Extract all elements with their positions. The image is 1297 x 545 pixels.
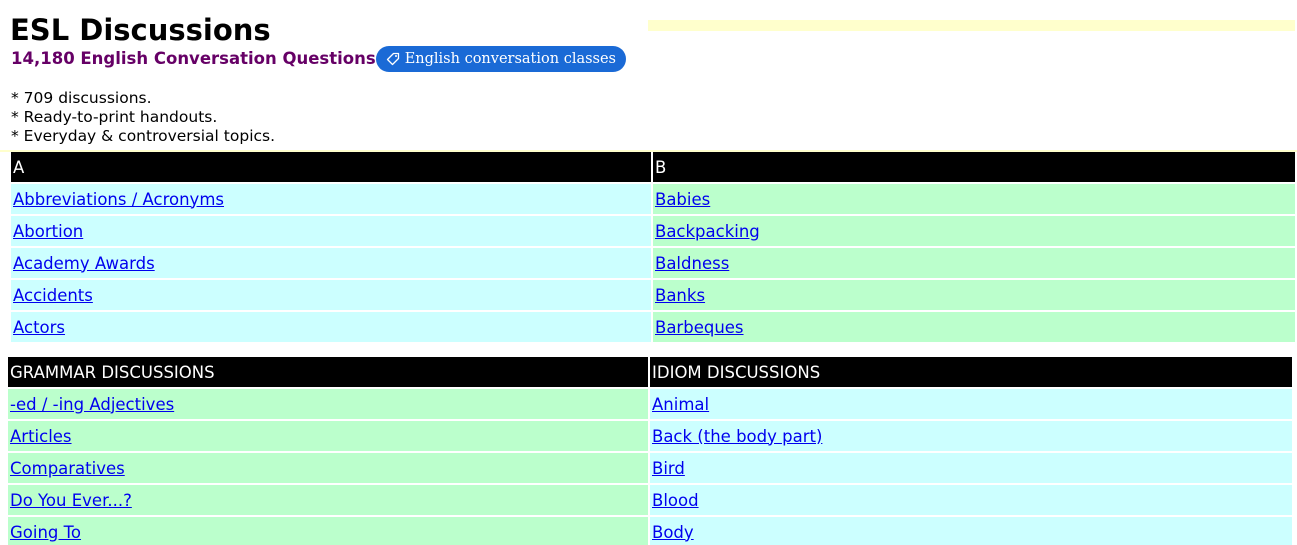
topic-link[interactable]: Banks bbox=[655, 286, 705, 305]
idiom-link[interactable]: Animal bbox=[652, 395, 709, 414]
topic-link[interactable]: Accidents bbox=[13, 286, 93, 305]
topic-link[interactable]: Abortion bbox=[13, 222, 83, 241]
table-cell: Accidents bbox=[11, 280, 651, 310]
grammar-link[interactable]: -ed / -ing Adjectives bbox=[10, 395, 174, 414]
feature-list: * 709 discussions. * Ready-to-print hand… bbox=[11, 89, 275, 146]
page: ESL Discussions 14,180 English Conversat… bbox=[0, 0, 1297, 545]
topic-link[interactable]: Barbeques bbox=[655, 318, 744, 337]
table-cell: Articles bbox=[8, 421, 648, 451]
subtitle-row: 14,180 English Conversation Questions En… bbox=[11, 45, 627, 72]
table-row: Academy Awards Baldness bbox=[11, 248, 1295, 278]
idiom-link[interactable]: Bird bbox=[652, 459, 685, 478]
idiom-link[interactable]: Blood bbox=[652, 491, 699, 510]
section-header-idiom: IDIOM DISCUSSIONS bbox=[650, 357, 1292, 387]
grammar-link[interactable]: Do You Ever...? bbox=[10, 491, 132, 510]
yellow-banner-strip bbox=[648, 20, 1295, 31]
table-header-row: A B bbox=[11, 152, 1295, 182]
table-row: -ed / -ing Adjectives Animal bbox=[8, 389, 1292, 419]
table-cell: -ed / -ing Adjectives bbox=[8, 389, 648, 419]
table-cell: Abbreviations / Acronyms bbox=[11, 184, 651, 214]
grammar-link[interactable]: Articles bbox=[10, 427, 72, 446]
table-cell: Animal bbox=[650, 389, 1292, 419]
tag-icon bbox=[386, 52, 400, 66]
table-cell: Back (the body part) bbox=[650, 421, 1292, 451]
topic-link[interactable]: Abbreviations / Acronyms bbox=[13, 190, 224, 209]
section-header-b: B bbox=[653, 152, 1295, 182]
table-cell: Actors bbox=[11, 312, 651, 342]
table-row: Accidents Banks bbox=[11, 280, 1295, 310]
topic-link[interactable]: Baldness bbox=[655, 254, 729, 273]
table-row: Abbreviations / Acronyms Babies bbox=[11, 184, 1295, 214]
table-cell: Abortion bbox=[11, 216, 651, 246]
section-header-a: A bbox=[11, 152, 651, 182]
grammar-link[interactable]: Comparatives bbox=[10, 459, 125, 478]
table-cell: Academy Awards bbox=[11, 248, 651, 278]
topic-link[interactable]: Actors bbox=[13, 318, 65, 337]
subtitle: 14,180 English Conversation Questions bbox=[11, 49, 376, 68]
english-classes-button[interactable]: English conversation classes bbox=[375, 45, 627, 72]
table-row: Do You Ever...? Blood bbox=[8, 485, 1292, 515]
table-row: Articles Back (the body part) bbox=[8, 421, 1292, 451]
table-cell: Going To bbox=[8, 517, 648, 545]
table-cell: Bird bbox=[650, 453, 1292, 483]
table-cell: Comparatives bbox=[8, 453, 648, 483]
grammar-link[interactable]: Going To bbox=[10, 523, 81, 542]
table-cell: Banks bbox=[653, 280, 1295, 310]
topic-link[interactable]: Babies bbox=[655, 190, 710, 209]
section-header-grammar: GRAMMAR DISCUSSIONS bbox=[8, 357, 648, 387]
table-cell: Blood bbox=[650, 485, 1292, 515]
table-cell: Barbeques bbox=[653, 312, 1295, 342]
idiom-link[interactable]: Back (the body part) bbox=[652, 427, 822, 446]
table-cell: Backpacking bbox=[653, 216, 1295, 246]
page-title: ESL Discussions bbox=[10, 13, 271, 47]
idiom-link[interactable]: Body bbox=[652, 523, 694, 542]
table-cell: Babies bbox=[653, 184, 1295, 214]
feature-item: * Everyday & controversial topics. bbox=[11, 127, 276, 145]
table-cell: Body bbox=[650, 517, 1292, 545]
table-header-row: GRAMMAR DISCUSSIONS IDIOM DISCUSSIONS bbox=[8, 357, 1292, 387]
topic-link[interactable]: Academy Awards bbox=[13, 254, 155, 273]
feature-item: * 709 discussions. bbox=[11, 89, 152, 107]
topics-table-ab: A B Abbreviations / Acronyms Babies Abor… bbox=[9, 150, 1297, 344]
topic-link[interactable]: Backpacking bbox=[655, 222, 760, 241]
table-row: Abortion Backpacking bbox=[11, 216, 1295, 246]
grammar-idiom-table: GRAMMAR DISCUSSIONS IDIOM DISCUSSIONS -e… bbox=[6, 355, 1294, 545]
table-row: Comparatives Bird bbox=[8, 453, 1292, 483]
table-cell: Do You Ever...? bbox=[8, 485, 648, 515]
english-classes-label: English conversation classes bbox=[404, 50, 617, 67]
table-cell: Baldness bbox=[653, 248, 1295, 278]
table-row: Going To Body bbox=[8, 517, 1292, 545]
feature-item: * Ready-to-print handouts. bbox=[11, 108, 218, 126]
table-row: Actors Barbeques bbox=[11, 312, 1295, 342]
